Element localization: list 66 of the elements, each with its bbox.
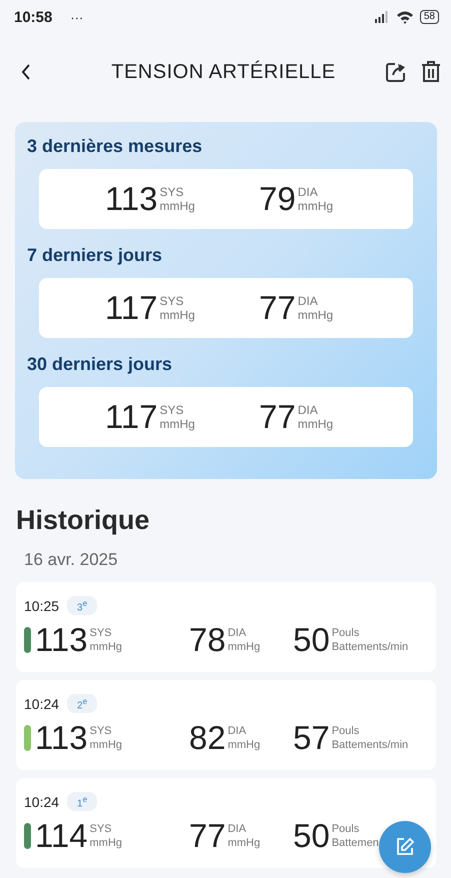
value-label: Pouls xyxy=(332,724,360,738)
value-label: DIA xyxy=(228,626,248,640)
entry-time: 10:24 xyxy=(24,696,60,712)
status-time: 10:58 xyxy=(14,8,52,26)
reading-value: 78 xyxy=(189,621,226,660)
value-label: DIA xyxy=(298,185,319,199)
unit-label: mmHg xyxy=(298,308,334,322)
period-title: 7 derniers jours xyxy=(27,245,164,266)
value-label: SYS xyxy=(90,822,113,836)
reading-value: 117 xyxy=(105,289,158,327)
reading-value: 113 xyxy=(35,621,88,660)
reading-value: 50 xyxy=(293,621,330,660)
period-title: 30 derniers jours xyxy=(27,354,174,375)
reading-value: 117 xyxy=(105,398,158,436)
trash-icon[interactable] xyxy=(421,61,441,83)
unit-label: mmHg xyxy=(160,308,195,322)
unit-label: mmHg xyxy=(228,836,260,850)
value-label: DIA xyxy=(298,294,319,308)
reading-value: 77 xyxy=(189,817,226,856)
unit-label: mmHg xyxy=(90,836,122,850)
entry-time: 10:24 xyxy=(24,794,60,810)
unit-label: mmHg xyxy=(90,640,122,654)
unit-label: mmHg xyxy=(90,738,122,752)
value-label: SYS xyxy=(160,403,185,417)
unit-label: Battemen xyxy=(332,836,379,850)
page-title: TENSION ARTÉRIELLE xyxy=(110,60,337,84)
reading-value: 114 xyxy=(35,817,88,856)
unit-label: Battements/min xyxy=(332,640,408,654)
value-label: SYS xyxy=(90,626,113,640)
reading-value: 50 xyxy=(293,817,330,856)
value-label: DIA xyxy=(298,403,319,417)
value-label: DIA xyxy=(228,724,248,738)
share-icon[interactable] xyxy=(385,61,407,83)
section-title: Historique xyxy=(16,505,151,536)
value-label: SYS xyxy=(160,185,185,199)
reading-value: 77 xyxy=(259,398,296,436)
signal-icon xyxy=(374,11,390,23)
date-label: 16 avr. 2025 xyxy=(24,550,119,570)
entry-time: 10:25 xyxy=(24,598,60,614)
measure-badge: 3$^{e}$ xyxy=(67,596,98,616)
reading-value: 79 xyxy=(259,180,296,218)
more-indicator: ··· xyxy=(70,10,84,24)
unit-label: mmHg xyxy=(298,417,334,431)
value-label: DIA xyxy=(228,822,248,836)
period-title: 3 dernières mesures xyxy=(27,136,204,157)
unit-label: Battements/min xyxy=(332,738,408,752)
reading-value: 57 xyxy=(293,719,330,758)
reading-value: 113 xyxy=(35,719,88,758)
battery-icon: 58 xyxy=(420,10,439,24)
measure-badge: 2$^{e}$ xyxy=(67,694,98,714)
reading-value: 82 xyxy=(189,719,226,758)
edit-icon xyxy=(395,837,415,857)
value-label: SYS xyxy=(160,294,185,308)
value-label: Pouls xyxy=(332,822,360,836)
reading-value: 77 xyxy=(259,289,296,327)
unit-label: mmHg xyxy=(160,417,195,431)
reading-value: 113 xyxy=(105,180,158,218)
value-label: SYS xyxy=(90,724,113,738)
wifi-icon xyxy=(396,10,414,24)
unit-label: mmHg xyxy=(228,640,260,654)
measure-badge: 1$^{e}$ xyxy=(67,792,98,812)
unit-label: mmHg xyxy=(298,199,334,213)
unit-label: mmHg xyxy=(160,199,195,213)
value-label: Pouls xyxy=(332,626,360,640)
unit-label: mmHg xyxy=(228,738,260,752)
back-icon[interactable] xyxy=(20,63,32,81)
